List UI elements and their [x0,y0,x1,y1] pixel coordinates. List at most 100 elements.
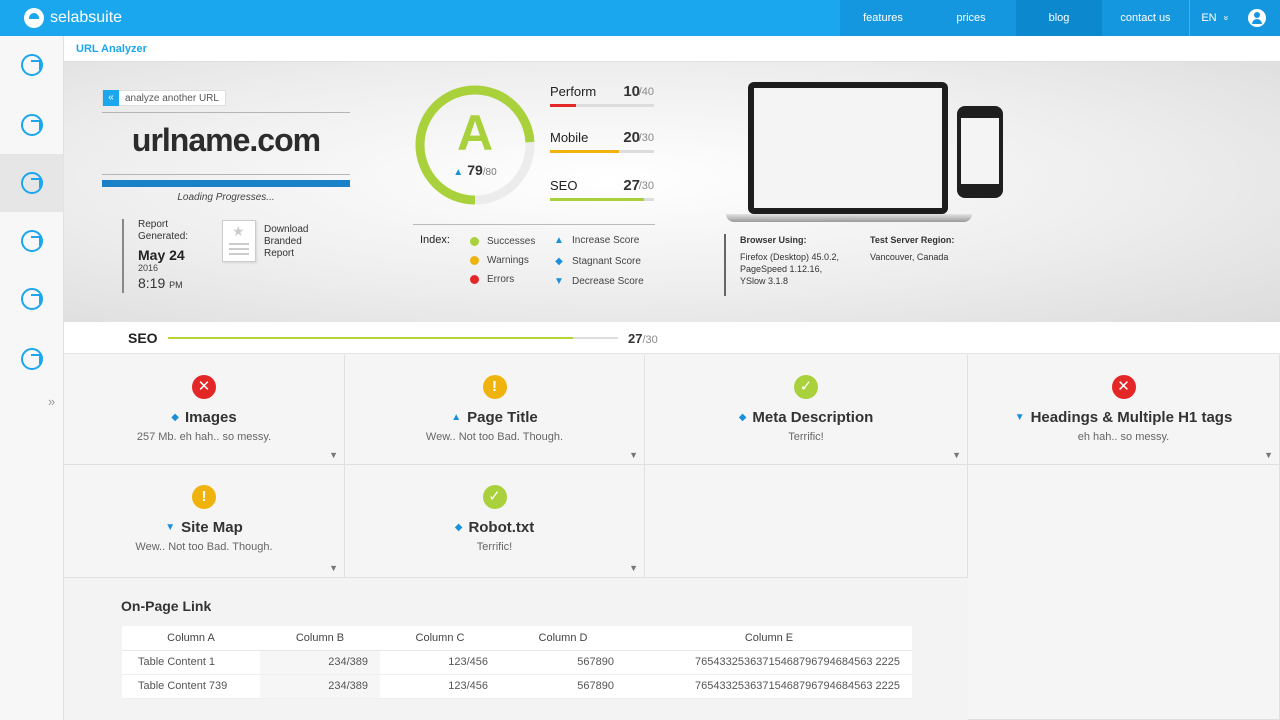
empty-cell [968,465,1280,720]
legend-label: Successes [487,236,536,247]
brand-name: selabsuite [50,9,123,26]
legend-label: Stagnant Score [572,256,641,267]
table-cell: 76543325363715468796794684563 2225 [626,650,912,675]
check-subtitle: 257 Mb. eh hah.. so messy. [136,431,272,443]
seo-score-bar: SEO 27/30 [64,322,1280,354]
column-header[interactable]: Column C [380,626,500,651]
nav-blog[interactable]: blog [1016,0,1102,36]
score-value: 79 [467,162,483,178]
nav-menu: features prices blog contact us EN » [840,0,1280,36]
analyze-another-url-button[interactable]: « analyze another URL [102,90,226,106]
legend-stagnant: ◆ Stagnant Score [552,256,641,267]
legend-increase: ▲ Increase Score [552,235,639,246]
arrow-down-icon: ▼ [1014,412,1025,423]
expand-caret-icon[interactable]: ▼ [952,450,961,460]
server-region-info: Test Server Region: Vancouver, Canada [870,234,980,263]
laptop-screen [754,88,942,208]
arrow-up-icon: ▲ [453,167,464,178]
link-icon [20,230,43,252]
seo-check-card[interactable]: ! ▼ Site Map Wew.. Not too Bad. Though. ▼ [64,465,345,578]
legend-decrease: ▼ Decrease Score [552,276,644,287]
user-account-button[interactable] [1240,0,1280,36]
grade-score: ▲ 79/80 [412,162,538,178]
browser-label: Browser Using: [740,235,807,245]
download-report-icon[interactable]: ★ [222,220,256,262]
region-value: Vancouver, Canada [870,252,949,262]
arrow-down-icon: ▼ [165,522,176,533]
speedometer-icon [20,172,43,194]
table-row: Table Content 739 234/389 123/456 567890… [122,674,912,699]
loading-progress-bar [102,180,350,187]
arrow-down-icon: ▼ [554,276,564,287]
stagnant-icon: ◆ [555,256,563,267]
seo-track [168,337,618,339]
legend-label: Increase Score [572,235,640,246]
sidebar-expand-icon[interactable]: » [48,394,55,409]
metric-value: 20 [623,129,640,146]
seo-score: 27/30 [628,331,658,346]
table-cell: Table Content 739 [122,674,260,699]
metric-track [550,150,654,153]
error-icon: ✕ [1111,375,1136,399]
table-cell: 123/456 [380,674,500,699]
column-header[interactable]: Column D [500,626,626,651]
divider [413,224,655,225]
expand-caret-icon[interactable]: ▼ [329,563,338,573]
warning-dot [470,256,479,265]
seo-check-card[interactable]: ✓ ◆ Meta Description Terrific! ▼ [645,355,968,465]
expand-caret-icon[interactable]: ▼ [629,450,638,460]
arrow-up-icon: ▲ [554,235,564,246]
error-dot [470,275,479,284]
expand-caret-icon[interactable]: ▼ [329,450,338,460]
seo-check-card[interactable]: ✕ ◆ Images 257 Mb. eh hah.. so messy. ▼ [64,355,345,465]
check-title: ◆ Robot.txt [345,519,644,536]
seo-check-card[interactable]: ! ▲ Page Title Wew.. Not too Bad. Though. ▼ [345,355,645,465]
seo-check-card[interactable]: ✕ ▼ Headings & Multiple H1 tags eh hah.. so… [968,355,1280,465]
summary-panel: « analyze another URL urlname.com Loadin… [64,62,1280,322]
sidebar-item-url-analyzer[interactable] [0,154,63,212]
browser-value: Firefox (Desktop) 45.0.2, PageSpeed 1.12… [740,252,840,286]
column-header[interactable]: Column A [122,626,260,651]
nav-contact-us[interactable]: contact us [1102,0,1190,36]
dashboard-icon [20,54,43,76]
column-header[interactable]: Column E [626,626,912,651]
breadcrumb-bar: URL Analyzer [64,36,1280,62]
grade-letter: A [456,105,494,161]
check-title: ▼ Site Map [64,519,344,536]
nav-features[interactable]: features [840,0,926,36]
legend-label: Warnings [487,255,529,266]
sidebar-item-reports[interactable] [0,330,63,388]
check-title-text: Page Title [467,409,538,426]
success-icon: ✓ [482,485,507,509]
laptop-base [726,214,972,222]
score-max: /80 [482,167,497,178]
sidebar-item-dashboard[interactable] [0,36,63,94]
arrow-up-icon: ▲ [451,412,462,423]
seo-score-value: 27 [628,331,643,346]
language-selector[interactable]: EN » [1190,0,1240,36]
legend-label: Errors [487,274,515,285]
sidebar-item-analytics[interactable] [0,96,63,154]
divider [102,174,350,175]
user-icon [1248,9,1266,27]
nav-prices[interactable]: prices [926,0,1016,36]
download-report-link[interactable]: Download Branded Report [264,224,324,260]
check-subtitle: Terrific! [788,431,824,443]
stagnant-icon: ◆ [454,522,463,533]
check-subtitle: eh hah.. so messy. [1077,431,1170,443]
check-subtitle: Wew.. Not too Bad. Though. [425,431,564,443]
sidebar-item-links[interactable] [0,212,63,270]
expand-caret-icon[interactable]: ▼ [629,563,638,573]
metric-max: /30 [638,132,654,144]
column-header[interactable]: Column B [260,626,380,651]
analytics-icon [20,114,43,136]
metric-max: /40 [638,86,654,98]
analyzed-url: urlname.com [131,122,321,158]
expand-caret-icon[interactable]: ▼ [1264,450,1273,460]
check-title-text: Site Map [181,519,243,536]
metric-fill [550,150,620,153]
brand-logo[interactable]: selabsuite [24,8,122,28]
seo-check-card[interactable]: ✓ ◆ Robot.txt Terrific! ▼ [345,465,645,578]
sidebar-item-network[interactable] [0,270,63,328]
stagnant-icon: ◆ [738,412,747,423]
